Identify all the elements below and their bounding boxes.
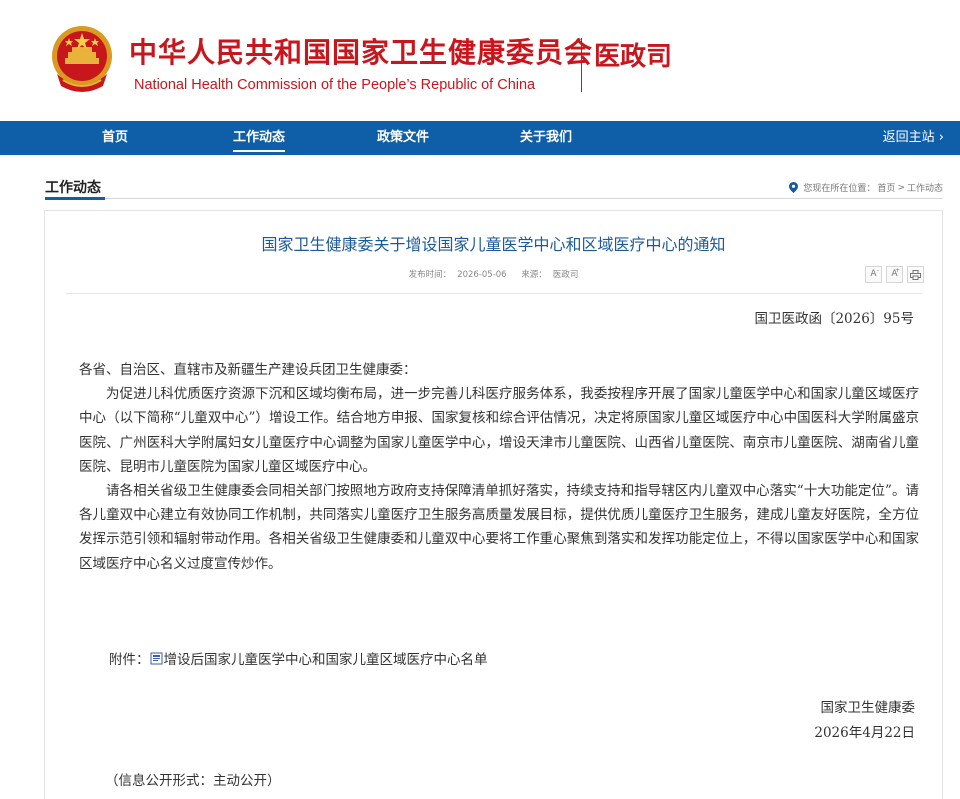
article-container: 国家卫生健康委关于增设国家儿童医学中心和区域医疗中心的通知 发布时间： 2026-… xyxy=(44,210,943,799)
publish-date: 2026-05-06 xyxy=(457,270,507,280)
signature-date: 2026年4月22日 xyxy=(814,725,915,741)
source-label: 来源： xyxy=(521,270,547,280)
body-paragraph-2: 请各相关省级卫生健康委会同相关部门按照地方政府支持保障清单抓好落实，持续支持和指… xyxy=(79,483,919,572)
source-name: 医政司 xyxy=(552,270,579,280)
font-increase-button[interactable]: A + xyxy=(886,266,903,283)
article-tools: A- A + xyxy=(865,266,924,283)
section-title-underline xyxy=(45,197,105,200)
document-icon xyxy=(150,652,163,665)
article-body: 各省、自治区、直辖市及新疆生产建设兵团卫生健康委： 为促进儿科优质医疗资源下沉和… xyxy=(79,358,919,576)
attachment-link[interactable]: 增设后国家儿童医学中心和国家儿童区域医疗中心名单 xyxy=(164,648,488,668)
disclosure-type: （信息公开形式：主动公开） xyxy=(105,773,281,789)
print-button[interactable] xyxy=(907,266,924,283)
section-divider xyxy=(45,198,943,199)
site-title-cn[interactable]: 中华人民共和国国家卫生健康委员会 xyxy=(129,36,593,70)
printer-icon xyxy=(910,270,921,283)
attachment-label: 附件： xyxy=(109,652,150,668)
main-nav: 首页 工作动态 政策文件 关于我们 返回主站 › xyxy=(0,121,960,155)
breadcrumb: 您现在所在位置： 首页 > 工作动态 xyxy=(789,181,943,194)
font-decrease-button[interactable]: A- xyxy=(865,266,882,283)
publish-date-label: 发布时间： xyxy=(408,270,452,280)
article-meta: 发布时间： 2026-05-06 来源： 医政司 xyxy=(45,268,942,280)
national-emblem-icon[interactable] xyxy=(49,24,115,94)
title-divider xyxy=(581,38,582,92)
nav-item-policy-documents[interactable]: 政策文件 xyxy=(377,121,429,155)
nav-item-work-news[interactable]: 工作动态 xyxy=(233,121,286,155)
site-title-en[interactable]: National Health Commission of the People… xyxy=(134,76,535,94)
article-title: 国家卫生健康委关于增设国家儿童医学中心和区域医疗中心的通知 xyxy=(261,235,726,254)
nav-item-home[interactable]: 首页 xyxy=(102,121,128,155)
department-name[interactable]: 医政司 xyxy=(594,40,672,74)
back-to-main-site-link[interactable]: 返回主站 › xyxy=(883,121,944,155)
signature-organization: 国家卫生健康委 xyxy=(820,700,916,716)
breadcrumb-prefix: 您现在所在位置： xyxy=(803,184,876,194)
section-title: 工作动态 xyxy=(45,180,101,196)
site-header: 中华人民共和国国家卫生健康委员会 National Health Commiss… xyxy=(0,0,960,121)
location-pin-icon xyxy=(789,182,799,193)
breadcrumb-separator: > xyxy=(897,182,905,193)
document-number: 国卫医政函〔2026〕95号 xyxy=(754,311,914,327)
attachment: 附件： 增设后国家儿童医学中心和国家儿童区域医疗中心名单 xyxy=(109,648,488,668)
body-paragraph-1: 为促进儿科优质医疗资源下沉和区域均衡布局，进一步完善儿科医疗服务体系，我委按程序… xyxy=(79,386,919,475)
article-divider xyxy=(66,293,922,294)
nav-item-about-us[interactable]: 关于我们 xyxy=(520,121,572,155)
salutation: 各省、自治区、直辖市及新疆生产建设兵团卫生健康委： xyxy=(79,362,417,378)
breadcrumb-home-link[interactable]: 首页 xyxy=(877,181,895,194)
breadcrumb-current-link[interactable]: 工作动态 xyxy=(907,181,943,194)
